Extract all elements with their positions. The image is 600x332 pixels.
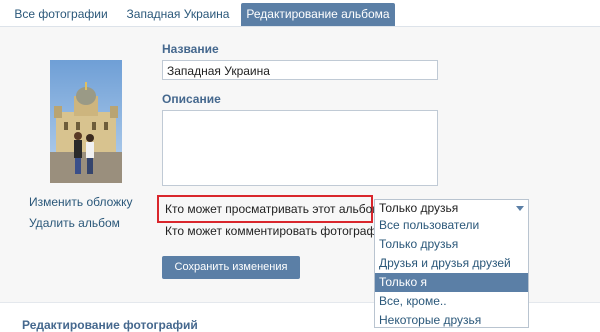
view-privacy-selected: Только друзья (379, 201, 459, 215)
option-only-me[interactable]: Только я (375, 273, 528, 292)
section-title-edit-photos: Редактирование фотографий (22, 318, 198, 332)
view-privacy-label: Кто может просматривать этот альбом? (165, 202, 388, 216)
description-textarea[interactable] (162, 110, 438, 186)
tab-album[interactable]: Западная Украина (119, 3, 237, 26)
privacy-dropdown-list: Все пользователи Только друзья Друзья и … (374, 216, 529, 328)
comment-privacy-label: Кто может комментировать фотографии (165, 224, 374, 238)
tab-bar: Все фотографии Западная Украина Редактир… (0, 0, 600, 27)
option-all-users[interactable]: Все пользователи (375, 216, 528, 235)
album-cover-image (50, 60, 122, 183)
description-label: Описание (162, 92, 221, 106)
tab-edit-album[interactable]: Редактирование альбома (241, 3, 395, 26)
option-some-friends[interactable]: Некоторые друзья (375, 311, 528, 327)
title-label: Название (162, 42, 219, 56)
option-friends-only[interactable]: Только друзья (375, 235, 528, 254)
change-cover-link[interactable]: Изменить обложку (29, 195, 133, 209)
option-friends-of-friends[interactable]: Друзья и друзья друзей (375, 254, 528, 273)
delete-album-link[interactable]: Удалить альбом (29, 216, 120, 230)
title-input[interactable]: Западная Украина (162, 60, 438, 80)
chevron-down-icon (516, 206, 524, 211)
view-privacy-select[interactable]: Только друзья (374, 199, 529, 217)
title-input-value: Западная Украина (167, 64, 270, 78)
tab-all-photos[interactable]: Все фотографии (5, 3, 117, 26)
option-all-except[interactable]: Все, кроме.. (375, 292, 528, 311)
save-button[interactable]: Сохранить изменения (162, 256, 300, 279)
